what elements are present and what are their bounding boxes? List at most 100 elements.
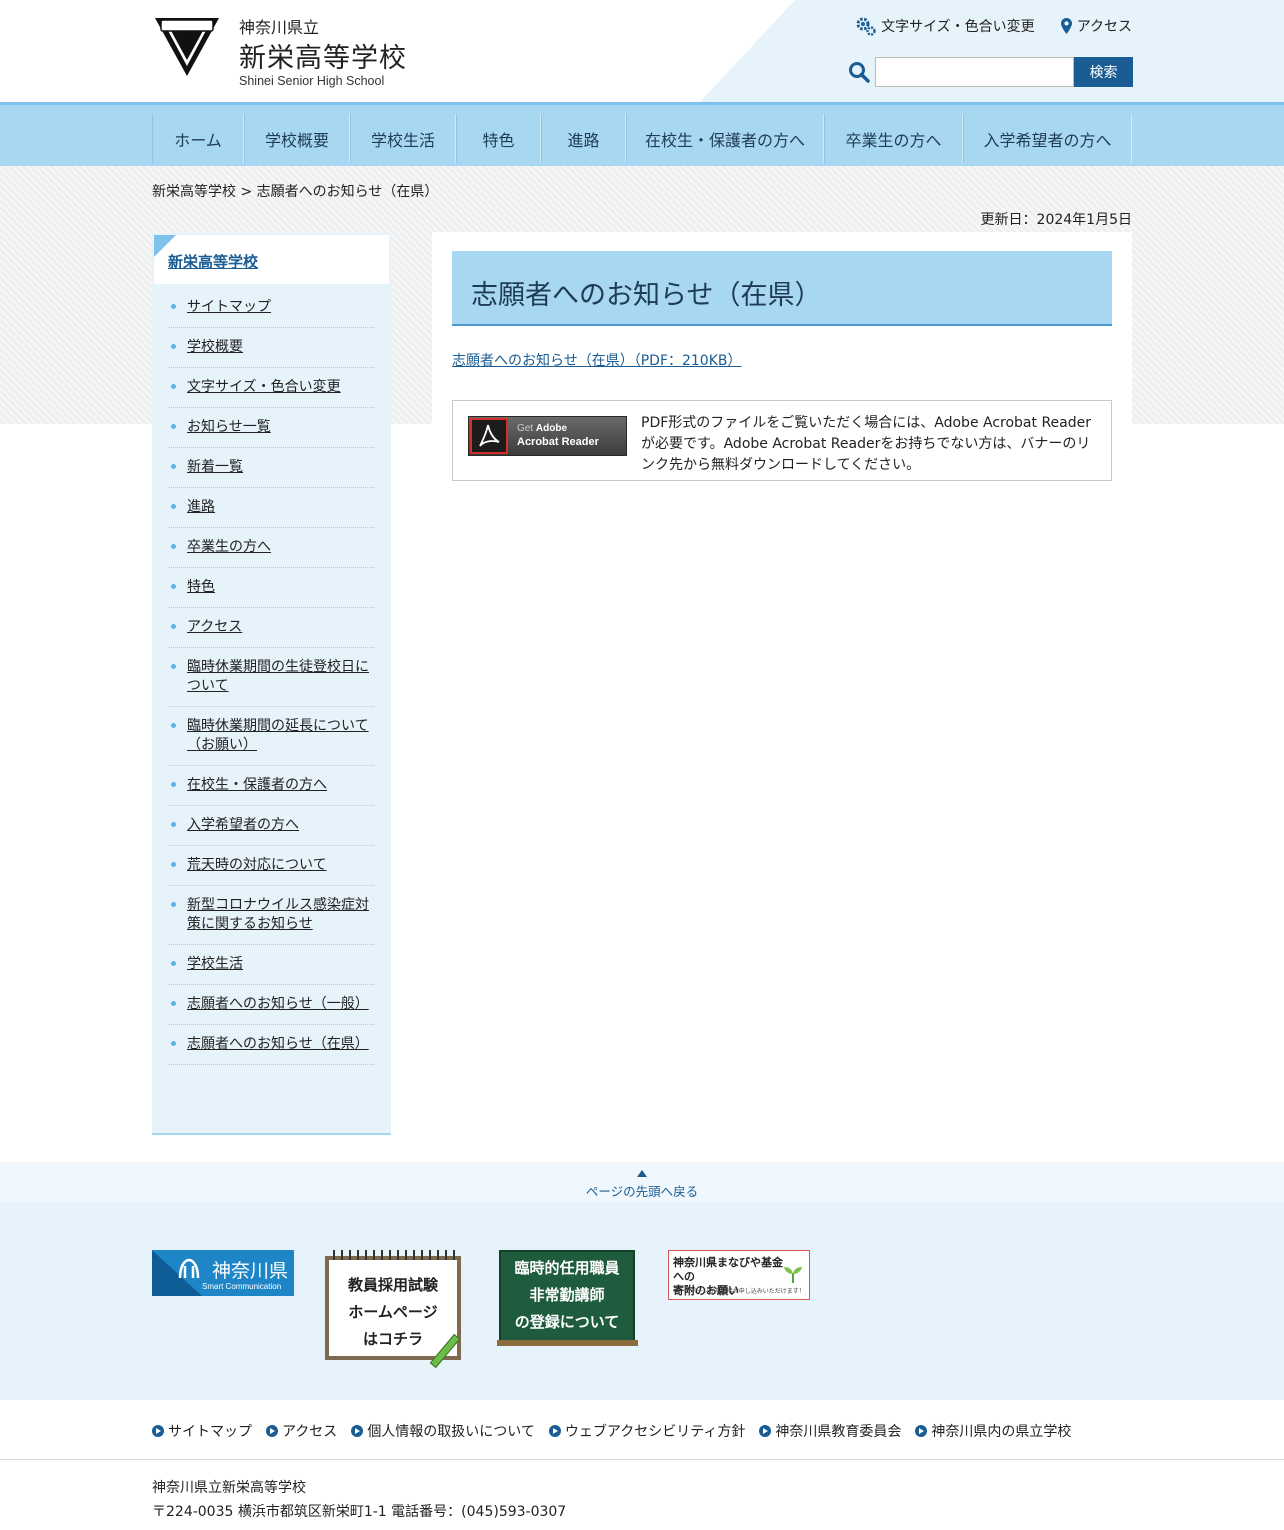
- acrobat-icon: [470, 418, 508, 454]
- notebook-rings: [333, 1250, 459, 1260]
- arrow-circle-icon: [759, 1425, 772, 1437]
- temporary-staff-line3: の登録について: [514, 1313, 620, 1331]
- sidebar-item-sitemap[interactable]: サイトマップ: [187, 299, 271, 315]
- search-button[interactable]: 検索: [1074, 57, 1133, 87]
- chalkboard-ledge: [497, 1340, 638, 1346]
- footer-link-board-of-education[interactable]: 神奈川県教育委員会: [759, 1421, 901, 1441]
- kanagawa-pref-banner[interactable]: 神奈川県 Smart Communication: [152, 1250, 294, 1296]
- gnav-features[interactable]: 特色: [456, 114, 541, 163]
- gnav-school-life[interactable]: 学校生活: [350, 114, 456, 163]
- utility-links: 文字サイズ・色合い変更 アクセス: [856, 16, 1132, 36]
- updated-date: 更新日：2024年1月5日: [980, 212, 1132, 228]
- sidebar-item-closure-extension[interactable]: 臨時休業期間の延長について（お願い）: [187, 718, 369, 753]
- sidebar-item: 新型コロナウイルス感染症対策に関するお知らせ: [169, 886, 374, 945]
- sidebar-item-covid[interactable]: 新型コロナウイルス感染症対策に関するお知らせ: [187, 897, 369, 932]
- global-nav: ホーム 学校概要 学校生活 特色 進路 在校生・保護者の方へ 卒業生の方へ 入学…: [0, 102, 1284, 166]
- sidebar-item: 新着一覧: [169, 448, 374, 488]
- gnav-school-overview[interactable]: 学校概要: [244, 114, 350, 163]
- page-title-box: 志願者へのお知らせ（在県）: [452, 251, 1112, 326]
- sidebar-item-features[interactable]: 特色: [187, 579, 215, 595]
- font-size-color-link[interactable]: 文字サイズ・色合い変更: [856, 16, 1035, 36]
- arrow-circle-icon: [152, 1425, 164, 1437]
- gnav-prospective-students[interactable]: 入学希望者の方へ: [963, 114, 1132, 163]
- back-to-top-link[interactable]: ページの先頭へ戻る: [0, 1162, 1284, 1202]
- sprout-icon: [784, 1267, 802, 1283]
- main-content: 志願者へのお知らせ（在県） 志願者へのお知らせ（在県）（PDF：210KB） G…: [432, 232, 1132, 502]
- sidebar-title-link[interactable]: 新栄高等学校: [168, 251, 258, 272]
- footer-link-label: アクセス: [282, 1424, 338, 1440]
- footer-link-prefectural-schools[interactable]: 神奈川県内の県立学校: [915, 1421, 1071, 1441]
- footer-link-label: サイトマップ: [168, 1424, 252, 1440]
- sidebar-item: 臨時休業期間の生徒登校日について: [169, 648, 374, 707]
- school-logo[interactable]: [153, 16, 221, 78]
- footer-divider: [0, 1459, 1284, 1460]
- sidebar-item-new-list[interactable]: 新着一覧: [187, 459, 243, 475]
- teacher-exam-text: 教員採用試験 ホームページ はコチラ: [325, 1272, 461, 1353]
- search-icon: [849, 62, 870, 83]
- sidebar-item-prospective[interactable]: 入学希望者の方へ: [187, 817, 299, 833]
- school-name[interactable]: 新栄高等学校: [239, 36, 407, 75]
- sidebar-item: 在校生・保護者の方へ: [169, 766, 374, 806]
- breadcrumb[interactable]: 新栄高等学校 > 志願者へのお知らせ（在県）: [152, 181, 438, 201]
- get-adobe-reader-banner[interactable]: Get Adobe Acrobat Reader: [468, 416, 627, 456]
- sidebar-item-school-overview[interactable]: 学校概要: [187, 339, 243, 355]
- adobe-get-text: Get Adobe: [517, 423, 567, 434]
- teacher-exam-line1: 教員採用試験: [347, 1276, 438, 1294]
- arrow-circle-icon: [266, 1425, 278, 1437]
- sidebar-item: 特色: [169, 568, 374, 608]
- footer-link-label: 個人情報の取扱いについて: [367, 1424, 535, 1440]
- footer-link-label: 神奈川県教育委員会: [775, 1424, 902, 1440]
- sidebar-item-closure-attendance[interactable]: 臨時休業期間の生徒登校日について: [187, 659, 369, 694]
- adobe-reader-text: Acrobat Reader: [517, 436, 599, 448]
- sidebar-item: 学校概要: [169, 328, 374, 368]
- sidebar-item-storm[interactable]: 荒天時の対応について: [187, 857, 327, 873]
- arrow-circle-icon: [915, 1425, 928, 1437]
- sidebar-item-students-parents[interactable]: 在校生・保護者の方へ: [187, 777, 327, 793]
- sidebar-item: 文字サイズ・色合い変更: [169, 368, 374, 408]
- sidebar-item-news-list[interactable]: お知らせ一覧: [187, 419, 271, 435]
- gnav-graduates[interactable]: 卒業生の方へ: [824, 114, 963, 163]
- sidebar-item-career[interactable]: 進路: [187, 499, 215, 515]
- teacher-exam-banner[interactable]: 教員採用試験 ホームページ はコチラ: [323, 1250, 466, 1369]
- footer-link-access[interactable]: アクセス: [266, 1421, 337, 1441]
- footer-school-name: 神奈川県立新栄高等学校: [152, 1480, 306, 1496]
- footer-link-label: 神奈川県内の県立学校: [931, 1424, 1072, 1440]
- sidebar-header: 新栄高等学校: [154, 235, 389, 284]
- sidebar-item: 進路: [169, 488, 374, 528]
- footer-address: 〒224-0035 横浜市都筑区新栄町1-1 電話番号：(045)593-030…: [152, 1504, 567, 1520]
- fund-small-text: ホームページから直接お申し込みいただけます！: [673, 1288, 805, 1295]
- kanagawa-emblem-icon: [178, 1258, 200, 1279]
- adobe-reader-notice: Get Adobe Acrobat Reader PDF形式のファイルをご覧いた…: [452, 400, 1112, 481]
- sidebar-item: 入学希望者の方へ: [169, 806, 374, 846]
- arrow-up-icon: [637, 1170, 647, 1177]
- sidebar-item-graduates[interactable]: 卒業生の方へ: [187, 539, 271, 555]
- footer-link-sitemap[interactable]: サイトマップ: [152, 1421, 252, 1441]
- kanagawa-banner-subtitle: Smart Communication: [202, 1282, 282, 1291]
- sidebar-item-applicants-general[interactable]: 志願者へのお知らせ（一般）: [187, 996, 369, 1012]
- sidebar-item-font-size[interactable]: 文字サイズ・色合い変更: [187, 379, 341, 395]
- sidebar-item-access[interactable]: アクセス: [187, 619, 242, 635]
- font-size-color-label: 文字サイズ・色合い変更: [881, 19, 1035, 35]
- access-link[interactable]: アクセス: [1060, 16, 1132, 36]
- sidebar-item: アクセス: [169, 608, 374, 648]
- manabiya-fund-banner[interactable]: 神奈川県まなびや基金への 寄附のお願い ホームページから直接お申し込みいただけま…: [668, 1250, 810, 1300]
- footer-link-privacy[interactable]: 個人情報の取扱いについて: [351, 1421, 535, 1441]
- gnav-career[interactable]: 進路: [541, 114, 626, 163]
- search-input[interactable]: [875, 57, 1074, 87]
- sidebar-item: 卒業生の方へ: [169, 528, 374, 568]
- sidebar-item-school-life[interactable]: 学校生活: [187, 956, 243, 972]
- adobe-get-word: Get: [517, 423, 534, 434]
- school-name-english: Shinei Senior High School: [239, 74, 385, 88]
- back-to-top-label: ページの先頭へ戻る: [585, 1184, 699, 1199]
- gnav-home[interactable]: ホーム: [152, 114, 244, 163]
- sidebar-item-applicants-resident[interactable]: 志願者へのお知らせ（在県）: [187, 1036, 369, 1052]
- footer-links: サイトマップ アクセス 個人情報の取扱いについて ウェブアクセシビリティ方針 神…: [152, 1421, 1071, 1441]
- fund-line1: 神奈川県まなびや基金への: [673, 1256, 783, 1283]
- gnav-students-parents[interactable]: 在校生・保護者の方へ: [626, 114, 824, 163]
- arrow-circle-icon: [351, 1425, 364, 1437]
- footer-link-accessibility[interactable]: ウェブアクセシビリティ方針: [548, 1421, 746, 1441]
- temporary-staff-banner[interactable]: 臨時的任用職員 非常勤講師 の登録について: [497, 1250, 638, 1348]
- footer-link-label: ウェブアクセシビリティ方針: [564, 1424, 746, 1440]
- pdf-download-link[interactable]: 志願者へのお知らせ（在県）（PDF：210KB）: [452, 350, 742, 370]
- gear-icon: [856, 17, 876, 36]
